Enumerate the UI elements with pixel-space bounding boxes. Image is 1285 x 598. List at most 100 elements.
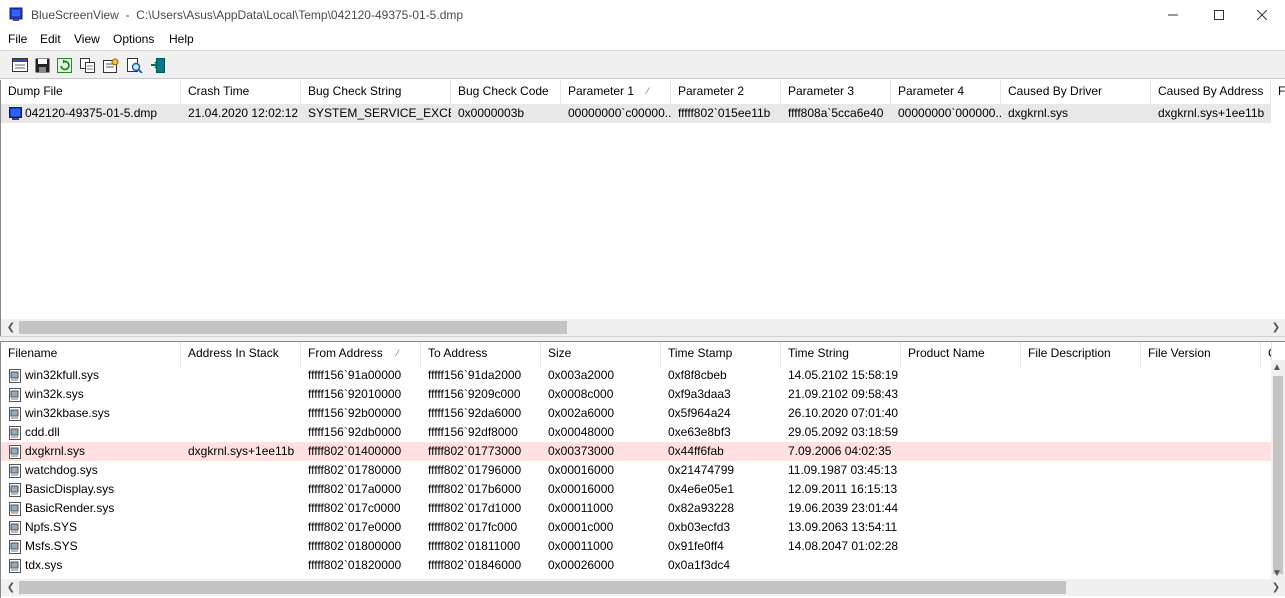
column-time-string[interactable]: Time String <box>781 342 901 366</box>
driver-row[interactable]: win32k.sys fffff156`92010000 fffff156`9209… <box>1 385 1271 404</box>
address-in-stack <box>181 423 301 442</box>
column-time-stamp[interactable]: Time Stamp <box>661 342 781 366</box>
driver-row[interactable]: BasicDisplay.sys fffff802`017a0000 fffff80… <box>1 480 1271 499</box>
scroll-left-icon[interactable]: ❮ <box>3 320 19 335</box>
time-stamp: 0xf8f8cbeb <box>668 368 727 382</box>
save-icon <box>35 58 49 72</box>
column-bug-check-code[interactable]: Bug Check Code <box>451 80 561 104</box>
from-address: fffff156`92b00000 <box>308 406 402 420</box>
driver-row[interactable]: Npfs.SYS fffff802`017e0000 fffff802`017fc0… <box>1 518 1271 537</box>
save-button[interactable] <box>32 55 52 75</box>
refresh-button[interactable] <box>54 55 74 75</box>
driver-row[interactable]: tdx.sys fffff802`01820000 fffff802`0184600… <box>1 556 1271 575</box>
menu-file[interactable]: File <box>8 32 27 46</box>
scroll-right-icon[interactable]: ❯ <box>1268 320 1284 335</box>
driver-row[interactable]: watchdog.sys fffff802`01780000 fffff802`01… <box>1 461 1271 480</box>
to-address: fffff802`01796000 <box>428 463 522 477</box>
top-horizontal-scrollbar[interactable]: ❮ ❯ <box>1 319 1285 336</box>
to-address: fffff802`017d1000 <box>428 501 522 515</box>
window-title: BlueScreenView - C:\Users\Asus\AppData\L… <box>31 8 464 22</box>
bug-check-string: SYSTEM_SERVICE_EXCEP... <box>308 106 451 120</box>
driver-row[interactable]: win32kfull.sys fffff156`91a00000 fffff156`… <box>1 366 1271 385</box>
dump-file-list[interactable]: Dump File Crash Time Bug Check String Bu… <box>0 80 1285 336</box>
vertical-scroll-thumb[interactable] <box>1273 376 1283 574</box>
bottom-horizontal-scrollbar[interactable]: ❮ ❯ <box>1 579 1285 596</box>
refresh-icon <box>56 57 72 73</box>
driver-list[interactable]: Filename Address In Stack From Address ⁄… <box>0 342 1285 598</box>
time-stamp: 0xe63e8bf3 <box>668 425 731 439</box>
column-file-description[interactable]: File Description <box>1021 342 1141 366</box>
find-button[interactable] <box>125 55 145 75</box>
size: 0x0001c000 <box>548 520 614 534</box>
size: 0x00016000 <box>548 482 615 496</box>
size: 0x0008c000 <box>548 387 614 401</box>
column-file-details[interactable]: F <box>1271 80 1285 104</box>
maximize-button[interactable] <box>1196 0 1242 30</box>
maximize-icon <box>1214 10 1224 20</box>
close-icon <box>1257 10 1267 20</box>
time-string: 21.09.2102 09:58:43 <box>788 387 899 401</box>
driver-row[interactable]: cdd.dll fffff156`92db0000 fffff156`92df800… <box>1 423 1271 442</box>
address-in-stack <box>181 556 301 575</box>
copy-icon <box>80 57 95 73</box>
driver-filename: dxgkrnl.sys <box>25 444 86 458</box>
scroll-thumb[interactable] <box>19 321 567 334</box>
scroll-left-icon[interactable]: ❮ <box>3 580 19 595</box>
to-address: fffff156`9209c000 <box>428 387 521 401</box>
scroll-up-icon[interactable]: ▲ <box>1270 360 1284 375</box>
from-address: fffff802`01820000 <box>308 558 402 572</box>
address-in-stack: dxgkrnl.sys+1ee11b <box>188 444 295 458</box>
options-button[interactable] <box>101 55 121 75</box>
to-address: fffff156`91da2000 <box>428 368 522 382</box>
properties-button[interactable] <box>10 55 30 75</box>
menu-edit[interactable]: Edit <box>40 32 61 46</box>
bottom-vertical-scrollbar[interactable]: ▲ ▼ <box>1271 360 1285 581</box>
menu-options[interactable]: Options <box>113 32 154 46</box>
dump-row[interactable]: 042120-49375-01-5.dmp 21.04.2020 12:02:1… <box>1 104 1271 123</box>
column-file-version[interactable]: File Version <box>1141 342 1261 366</box>
size: 0x00011000 <box>548 539 614 553</box>
exit-button[interactable] <box>148 55 168 75</box>
scroll-thumb[interactable] <box>19 581 1066 594</box>
driver-row[interactable]: Msfs.SYS fffff802`01800000 fffff802`018110… <box>1 537 1271 556</box>
crash-time: 21.04.2020 12:02:12 <box>188 106 299 120</box>
column-parameter-2[interactable]: Parameter 2 <box>671 80 781 104</box>
menu-help[interactable]: Help <box>169 32 194 46</box>
dump-file-name: 042120-49375-01-5.dmp <box>25 106 158 120</box>
column-product-name[interactable]: Product Name <box>901 342 1021 366</box>
copy-button[interactable] <box>78 55 98 75</box>
driver-row[interactable]: win32kbase.sys fffff156`92b00000 fffff156`… <box>1 404 1271 423</box>
column-size[interactable]: Size <box>541 342 661 366</box>
column-from-address[interactable]: From Address <box>301 342 421 366</box>
minimize-button[interactable] <box>1150 0 1196 30</box>
time-string <box>781 556 901 575</box>
column-dump-file[interactable]: Dump File <box>1 80 181 104</box>
to-address: fffff802`01811000 <box>428 539 521 553</box>
to-address: fffff802`01773000 <box>428 444 522 458</box>
column-crash-time[interactable]: Crash Time <box>181 80 301 104</box>
column-bug-check-string[interactable]: Bug Check String <box>301 80 451 104</box>
column-parameter-3[interactable]: Parameter 3 <box>781 80 891 104</box>
from-address: fffff802`017a0000 <box>308 482 402 496</box>
scroll-right-icon[interactable]: ❯ <box>1268 580 1284 595</box>
column-filename[interactable]: Filename <box>1 342 181 366</box>
column-caused-by-driver[interactable]: Caused By Driver <box>1001 80 1151 104</box>
column-parameter-4[interactable]: Parameter 4 <box>891 80 1001 104</box>
address-in-stack <box>181 404 301 423</box>
from-address: fffff156`92010000 <box>308 387 402 401</box>
column-to-address[interactable]: To Address <box>421 342 541 366</box>
size: 0x002a6000 <box>548 406 615 420</box>
driver-filename: win32k.sys <box>25 387 84 401</box>
from-address: fffff156`92db0000 <box>308 425 402 439</box>
column-address-in-stack[interactable]: Address In Stack <box>181 342 301 366</box>
time-stamp: 0x82a93228 <box>668 501 735 515</box>
driver-filename: Msfs.SYS <box>25 539 78 553</box>
menu-view[interactable]: View <box>74 32 100 46</box>
column-caused-by-address[interactable]: Caused By Address <box>1151 80 1271 104</box>
close-button[interactable] <box>1239 0 1285 30</box>
driver-row[interactable]: dxgkrnl.sys dxgkrnl.sys+1ee11b fffff802`01… <box>1 442 1271 461</box>
column-parameter-1[interactable]: Parameter 1 <box>561 80 671 104</box>
sort-arrow-icon: ⁄ <box>397 348 399 358</box>
time-string: 11.09.1987 03:45:13 <box>788 463 898 477</box>
driver-row[interactable]: BasicRender.sys fffff802`017c0000 fffff802… <box>1 499 1271 518</box>
